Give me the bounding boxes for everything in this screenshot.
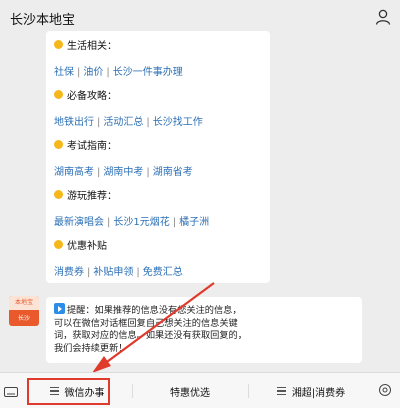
link-fireworks[interactable]: 长沙1元烟花 <box>113 217 169 228</box>
dot-icon <box>54 239 63 249</box>
dot-icon <box>54 39 63 49</box>
notice-line-1: 提醒：如果推荐的信息没有您关注的信息， <box>67 305 242 316</box>
link-metro[interactable]: 地铁出行 <box>54 117 94 128</box>
link-one-thing[interactable]: 长沙一件事办理 <box>113 67 183 78</box>
menu-label-coupons: 湘超|消费券 <box>291 387 346 399</box>
dot-icon <box>54 139 63 149</box>
section-life: 生活相关： 社保 | 油价 | 长沙一件事办理 <box>54 37 183 78</box>
menu-card: 生活相关： 社保 | 油价 | 长沙一件事办理 必备攻略： 地铁出行 | 活动汇总 | 长沙找工… <box>46 31 270 283</box>
highlight-box <box>27 378 110 405</box>
menu-coupons[interactable]: 湘超|消费券 <box>250 373 372 408</box>
link-coupons[interactable]: 消费券 <box>54 267 84 278</box>
menu-divider <box>132 384 133 398</box>
link-shengkao[interactable]: 湖南省考 <box>153 167 193 178</box>
link-subsidy-apply[interactable]: 补贴申领 <box>93 267 133 278</box>
play-icon <box>54 303 65 314</box>
dot-icon <box>54 89 63 99</box>
notice-message: 提醒：如果推荐的信息没有您关注的信息， 可以在微信对话框回复自己想关注的信息关键… <box>46 297 362 363</box>
section-travel: 游玩推荐： 最新演唱会 | 长沙1元烟花 | 橘子洲 <box>54 187 209 228</box>
section-guides: 必备攻略： 地铁出行 | 活动汇总 | 长沙找工作 <box>54 87 203 128</box>
link-gaokao[interactable]: 湖南高考 <box>54 167 94 178</box>
settings-icon[interactable] <box>378 383 392 397</box>
keyboard-icon[interactable] <box>4 385 18 399</box>
account-title: 长沙本地宝 <box>10 12 76 28</box>
section-title: 游玩推荐： <box>67 190 117 202</box>
section-title: 考试指南： <box>67 140 117 152</box>
link-social-security[interactable]: 社保 <box>54 67 74 78</box>
section-subsidy: 优惠补贴 消费券 | 补贴申领 | 免费汇总 <box>54 237 183 278</box>
link-events[interactable]: 活动汇总 <box>103 117 143 128</box>
link-orange-isle[interactable]: 橘子洲 <box>179 217 209 228</box>
section-title: 生活相关： <box>67 40 117 52</box>
link-zhongkao[interactable]: 湖南中考 <box>103 167 143 178</box>
notice-line-4: 我们会持续更新！ <box>54 342 128 354</box>
avatar[interactable]: 本地宝 长沙 <box>9 296 39 326</box>
section-title: 优惠补贴 <box>67 240 107 252</box>
menu-divider <box>248 384 249 398</box>
user-icon[interactable] <box>374 8 392 26</box>
notice-line-2: 可以在微信对话框回复自己想关注的信息关键 <box>54 317 238 329</box>
menu-icon <box>276 385 286 397</box>
link-free-summary[interactable]: 免费汇总 <box>143 267 183 278</box>
link-oil-price[interactable]: 油价 <box>83 67 103 78</box>
notice-line-3: 词，获取对应的信息。如果还没有获取回复的， <box>54 330 247 341</box>
avatar-bottom-text: 长沙 <box>17 315 30 322</box>
section-title: 必备攻略： <box>67 90 117 102</box>
menu-label-special-offers: 特惠优选 <box>170 387 210 399</box>
menu-special-offers[interactable]: 特惠优选 <box>135 373 245 408</box>
link-jobs[interactable]: 长沙找工作 <box>153 117 203 128</box>
section-exams: 考试指南： 湖南高考 | 湖南中考 | 湖南省考 <box>54 137 193 178</box>
link-concerts[interactable]: 最新演唱会 <box>54 217 104 228</box>
avatar-top-text: 本地宝 <box>9 296 39 310</box>
dot-icon <box>54 189 63 199</box>
